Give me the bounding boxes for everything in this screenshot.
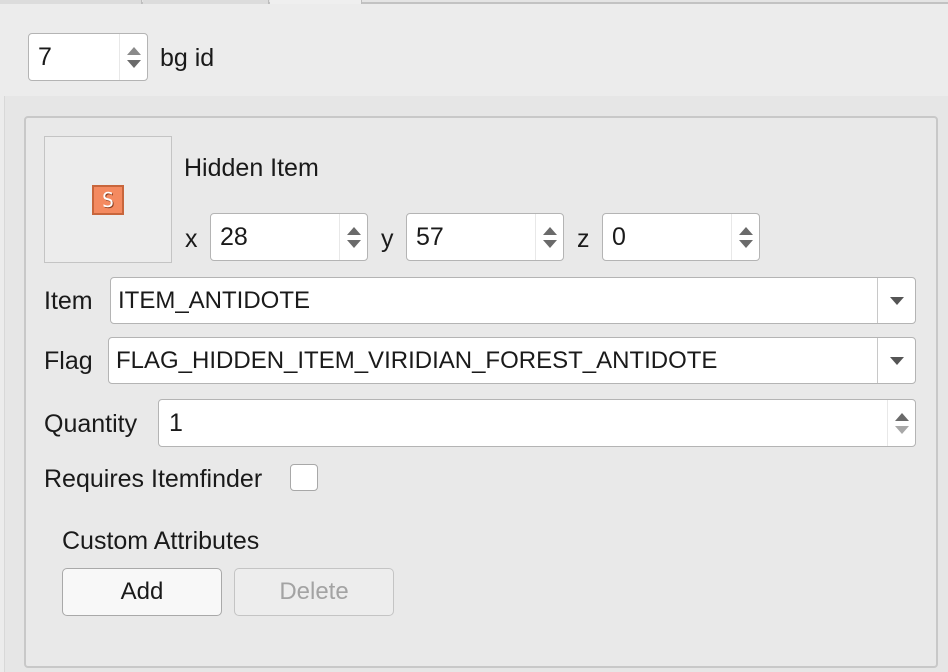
flag-dropdown-button[interactable] <box>877 338 915 383</box>
item-dropdown-button[interactable] <box>877 278 915 323</box>
z-value[interactable]: 0 <box>603 224 731 250</box>
decrement-arrow-icon[interactable] <box>126 59 141 68</box>
decrement-arrow-icon[interactable] <box>346 239 361 248</box>
x-stepper[interactable] <box>339 214 367 260</box>
chevron-down-icon <box>889 296 904 305</box>
y-stepper[interactable] <box>535 214 563 260</box>
flag-value[interactable]: FLAG_HIDDEN_ITEM_VIRIDIAN_FOREST_ANTIDOT… <box>109 349 877 373</box>
z-stepper[interactable] <box>731 214 759 260</box>
x-coordinate-spinbox[interactable]: 28 <box>210 213 368 261</box>
bg-id-value[interactable]: 7 <box>29 44 119 70</box>
quantity-label: Quantity <box>44 410 138 438</box>
bg-id-spinbox[interactable]: 7 <box>28 33 148 81</box>
item-value[interactable]: ITEM_ANTIDOTE <box>111 289 877 313</box>
decrement-arrow-icon[interactable] <box>738 239 753 248</box>
quantity-value[interactable]: 1 <box>159 410 887 436</box>
event-sprite-frame: S <box>44 136 172 263</box>
x-label: x <box>185 225 198 253</box>
y-value[interactable]: 57 <box>407 224 535 250</box>
increment-arrow-icon[interactable] <box>126 46 141 55</box>
item-label: Item <box>44 287 93 315</box>
flag-combobox[interactable]: FLAG_HIDDEN_ITEM_VIRIDIAN_FOREST_ANTIDOT… <box>108 337 916 384</box>
x-value[interactable]: 28 <box>211 224 339 250</box>
custom-attributes-title: Custom Attributes <box>62 527 260 555</box>
y-coordinate-spinbox[interactable]: 57 <box>406 213 564 261</box>
increment-arrow-icon[interactable] <box>894 412 909 421</box>
delete-attribute-button[interactable]: Delete <box>234 568 394 616</box>
decrement-arrow-icon[interactable] <box>542 239 557 248</box>
y-label: y <box>381 225 394 253</box>
chevron-down-icon <box>889 356 904 365</box>
increment-arrow-icon[interactable] <box>542 226 557 235</box>
quantity-stepper[interactable] <box>887 400 915 446</box>
hidden-item-sprite-icon: S <box>92 184 124 215</box>
add-attribute-button[interactable]: Add <box>62 568 222 616</box>
item-combobox[interactable]: ITEM_ANTIDOTE <box>110 277 916 324</box>
flag-label: Flag <box>44 347 93 375</box>
increment-arrow-icon[interactable] <box>738 226 753 235</box>
itemfinder-label: Requires Itemfinder <box>44 465 263 493</box>
itemfinder-checkbox[interactable] <box>290 464 318 491</box>
sprite-glyph: S <box>101 187 115 212</box>
z-coordinate-spinbox[interactable]: 0 <box>602 213 760 261</box>
bg-id-stepper[interactable] <box>119 34 147 80</box>
event-type-label: Hidden Item <box>184 154 319 182</box>
decrement-arrow-icon[interactable] <box>894 425 909 434</box>
z-label: z <box>577 225 590 253</box>
quantity-spinbox[interactable]: 1 <box>158 399 916 447</box>
bg-id-label: bg id <box>160 44 215 72</box>
increment-arrow-icon[interactable] <box>346 226 361 235</box>
